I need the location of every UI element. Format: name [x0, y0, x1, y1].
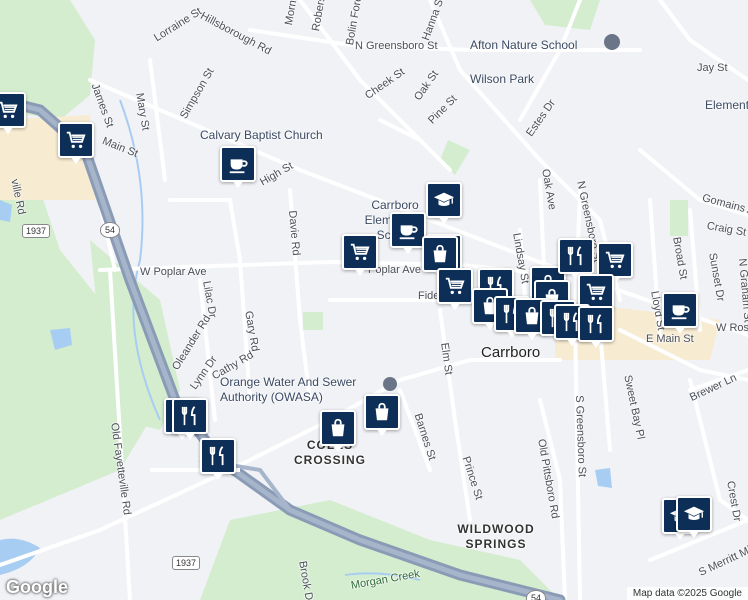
- map-marker-shopping-cart[interactable]: [342, 234, 378, 276]
- fork-knife-icon: [207, 445, 229, 467]
- nature-school-marker-icon[interactable]: [604, 34, 620, 50]
- map-marker-fork-knife[interactable]: [172, 398, 208, 440]
- map-marker-coffee-cup[interactable]: [662, 292, 698, 334]
- shopping-cart-icon: [349, 241, 371, 263]
- map-marker-shopping-cart[interactable]: [437, 268, 473, 310]
- route-shield: 1937: [172, 556, 201, 570]
- coffee-cup-icon: [227, 153, 249, 175]
- poi-label: Calvary Baptist Church: [200, 128, 323, 142]
- poi-label: Afton Nature School: [470, 38, 578, 52]
- map-marker-fork-knife[interactable]: [200, 438, 236, 480]
- map-marker-graduation-cap[interactable]: [426, 182, 462, 224]
- street-label: N Greensboro St: [355, 40, 438, 52]
- shopping-bag-icon: [429, 243, 451, 265]
- map-attribution[interactable]: Map data ©2025 Google: [626, 587, 748, 600]
- fork-knife-icon: [179, 405, 201, 427]
- route-shield: 54: [100, 222, 121, 238]
- coffee-cup-icon: [669, 299, 691, 321]
- shopping-bag-icon: [371, 401, 393, 423]
- map-marker-shopping-bag[interactable]: [422, 236, 458, 278]
- map-marker-graduation-cap[interactable]: [676, 496, 712, 538]
- shopping-bag-icon: [327, 417, 349, 439]
- street-label: W Rosemary St: [716, 322, 748, 334]
- coffee-cup-icon: [397, 219, 419, 241]
- shopping-cart-icon: [65, 129, 87, 151]
- map-marker-coffee-cup[interactable]: [390, 212, 426, 254]
- neighborhood-label: WILDWOOD SPRINGS: [457, 522, 535, 551]
- map-marker-shopping-bag[interactable]: [364, 394, 400, 436]
- map-marker-shopping-bag[interactable]: [320, 410, 356, 452]
- poi-label: Wilson Park: [470, 72, 535, 86]
- map-marker-shopping-cart[interactable]: [0, 92, 26, 134]
- google-logo: Google: [6, 577, 68, 597]
- route-shield: 1937: [22, 224, 51, 238]
- map-marker-coffee-cup[interactable]: [220, 146, 256, 188]
- graduation-cap-icon: [433, 189, 455, 211]
- street-label: Jay St: [697, 62, 728, 74]
- fork-knife-icon: [585, 313, 607, 335]
- town-label: Carrboro: [481, 344, 541, 361]
- shopping-cart-icon: [0, 99, 19, 121]
- route-shield: 54: [526, 590, 547, 600]
- street-label: W Poplar Ave: [140, 266, 207, 278]
- map-marker-shopping-cart[interactable]: [58, 122, 94, 164]
- map-marker-fork-knife[interactable]: [578, 306, 614, 348]
- map-canvas[interactable]: Lorraine St Hillsborough Rd Morningside …: [0, 0, 748, 600]
- shopping-cart-icon: [604, 249, 626, 271]
- map-marker-shopping-cart[interactable]: [597, 242, 633, 284]
- poi-label: Elementary: [705, 98, 748, 112]
- shopping-cart-icon: [585, 281, 607, 303]
- street-label: E Main St: [646, 333, 694, 345]
- graduation-cap-icon: [683, 503, 705, 525]
- fork-knife-icon: [565, 245, 587, 267]
- map-marker-fork-knife[interactable]: [558, 238, 594, 280]
- owasa-marker-icon[interactable]: [383, 377, 397, 391]
- shopping-cart-icon: [444, 275, 466, 297]
